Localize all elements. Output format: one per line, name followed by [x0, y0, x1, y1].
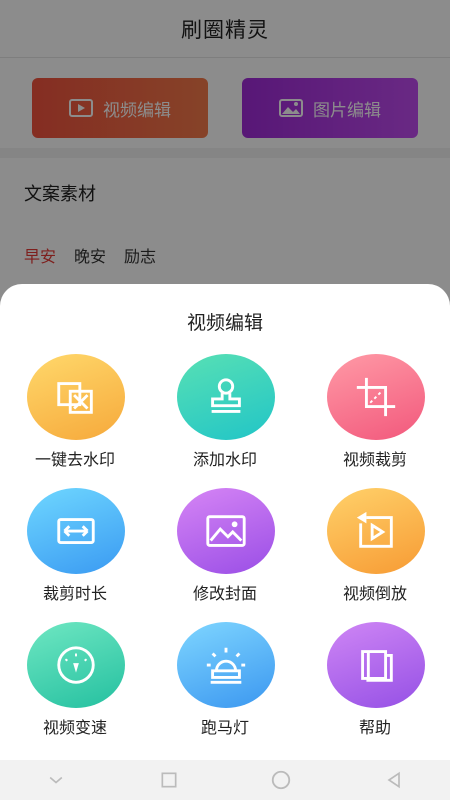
- tool-label: 修改封面: [192, 584, 257, 603]
- trim-duration-icon: [27, 488, 125, 574]
- image-cover-icon: [177, 488, 275, 574]
- speedometer-icon: [27, 622, 125, 708]
- crop-icon: [327, 354, 425, 440]
- tool-video-speed[interactable]: 视频变速: [15, 622, 135, 742]
- tool-label: 添加水印: [192, 450, 257, 469]
- recent-apps-icon[interactable]: [157, 768, 181, 792]
- tool-label: 视频倒放: [342, 584, 407, 603]
- tool-change-cover[interactable]: 修改封面: [165, 488, 285, 608]
- tool-label: 裁剪时长: [42, 584, 107, 603]
- system-nav-bar: [0, 760, 450, 800]
- triangle-back-icon[interactable]: [382, 768, 406, 792]
- tool-label: 帮助: [358, 718, 391, 737]
- sheet-title: 视频编辑: [186, 312, 263, 334]
- tool-marquee[interactable]: 跑马灯: [165, 622, 285, 742]
- tool-add-watermark[interactable]: 添加水印: [165, 354, 285, 474]
- tool-label: 视频变速: [42, 718, 107, 737]
- tool-label: 跑马灯: [200, 718, 249, 737]
- stamp-icon: [177, 354, 275, 440]
- tool-trim-duration[interactable]: 裁剪时长: [15, 488, 135, 608]
- back-icon[interactable]: [44, 768, 68, 792]
- marquee-light-icon: [177, 622, 275, 708]
- tool-reverse-video[interactable]: 视频倒放: [315, 488, 435, 608]
- tool-video-crop[interactable]: 视频裁剪: [315, 354, 435, 474]
- home-icon[interactable]: [269, 768, 293, 792]
- reverse-play-icon: [327, 488, 425, 574]
- video-edit-sheet: 视频编辑 一键去水印 添加水印 视频裁剪 裁剪时长 修改封面 视频倒放 视频变速…: [0, 284, 450, 760]
- tool-label: 一键去水印: [34, 450, 115, 469]
- tool-remove-watermark[interactable]: 一键去水印: [15, 354, 135, 474]
- tool-help[interactable]: 帮助: [315, 622, 435, 742]
- remove-watermark-icon: [27, 354, 125, 440]
- tool-label: 视频裁剪: [342, 450, 407, 469]
- help-book-icon: [327, 622, 425, 708]
